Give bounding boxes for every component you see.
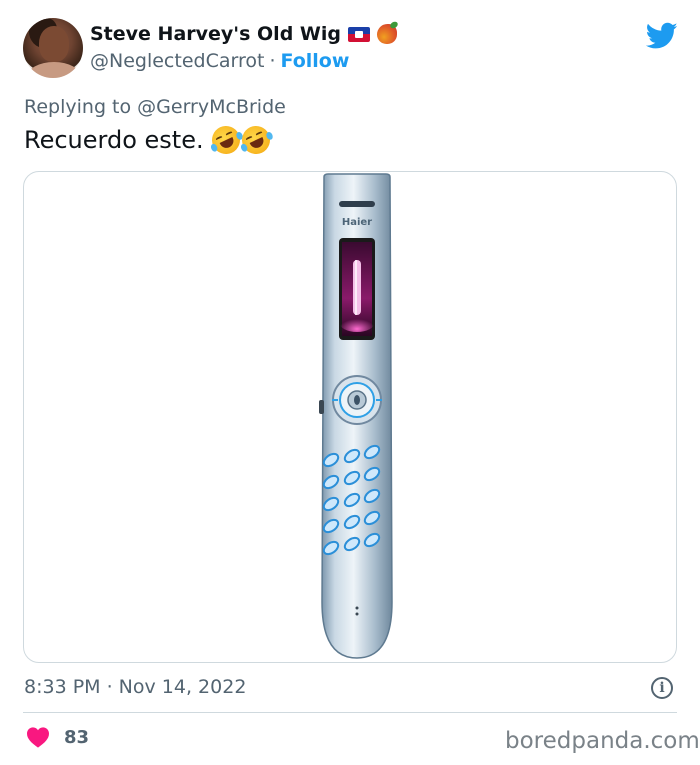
- replying-to-prefix: Replying to: [24, 96, 132, 118]
- rolling-on-floor-laughing-icon: [237, 121, 275, 159]
- divider: [23, 712, 677, 713]
- like-action[interactable]: 83: [26, 726, 89, 748]
- like-count: 83: [64, 726, 90, 748]
- rolling-on-floor-laughing-icon: [207, 121, 245, 159]
- follow-button[interactable]: Follow: [280, 50, 349, 72]
- pen-phone-image: Haier: [319, 173, 393, 659]
- handle-separator: ·: [269, 50, 276, 72]
- reply-mention-link[interactable]: @GerryMcBride: [137, 96, 286, 118]
- author-name-row: Steve Harvey's Old Wig: [90, 23, 397, 45]
- source-watermark: boredpanda.com: [505, 728, 700, 754]
- author-handle-row: @NeglectedCarrot · Follow: [90, 50, 349, 72]
- haiti-flag-icon: [347, 26, 370, 42]
- emoji-group: [207, 121, 275, 159]
- avatar-shoulder: [27, 62, 81, 78]
- tweet-text-row: Recuerdo este.: [24, 121, 275, 159]
- phone-brand-label: Haier: [342, 217, 372, 228]
- twitter-bird-icon[interactable]: [646, 22, 678, 50]
- mango-icon: [376, 24, 397, 44]
- heart-icon[interactable]: [26, 726, 50, 748]
- info-icon[interactable]: i: [651, 677, 673, 699]
- replying-to-line: Replying to @GerryMcBride: [24, 96, 286, 118]
- author-display-name[interactable]: Steve Harvey's Old Wig: [90, 23, 341, 45]
- author-handle[interactable]: @NeglectedCarrot: [90, 50, 264, 72]
- tweet-card: Steve Harvey's Old Wig @NeglectedCarrot …: [0, 0, 700, 765]
- avatar[interactable]: [23, 18, 83, 78]
- tweet-timestamp[interactable]: 8:33 PM · Nov 14, 2022: [24, 676, 246, 698]
- avatar-face: [39, 26, 69, 62]
- tweet-media-image[interactable]: Haier: [23, 171, 677, 663]
- tweet-text: Recuerdo este.: [24, 126, 204, 154]
